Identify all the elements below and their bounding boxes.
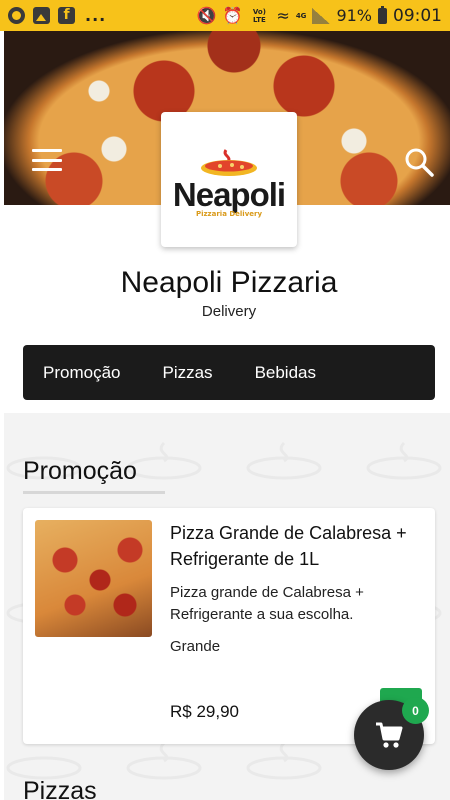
mute-icon: 🔇 — [196, 6, 217, 25]
logo-tagline: Pizzaria Delivery — [195, 209, 263, 218]
tab-promocao[interactable]: Promoção — [43, 363, 120, 383]
pizza-logo-icon — [201, 148, 257, 176]
wifi-icon: ≈ — [276, 6, 290, 25]
section-underline — [23, 491, 165, 494]
product-name: Pizza Grande de Calabresa + Refrigerante… — [170, 523, 407, 569]
tab-bebidas[interactable]: Bebidas — [255, 363, 316, 383]
cart-count-badge[interactable]: 0 — [402, 697, 429, 724]
tab-pizzas[interactable]: Pizzas — [162, 363, 212, 383]
product-image — [35, 520, 152, 637]
search-icon[interactable] — [403, 146, 435, 178]
notification-overflow: ... — [85, 6, 107, 25]
hamburger-menu-icon[interactable] — [32, 149, 62, 171]
clock: 09:01 — [393, 5, 442, 26]
store-name: Neapoli Pizzaria — [120, 266, 338, 299]
battery-percent: 91% — [336, 6, 372, 25]
section-title-promocao: Promoção — [23, 457, 137, 485]
status-bar: f ... 🔇 ⏰ Vo) LTE ≈ 4G 91% 09:01 — [0, 0, 450, 31]
product-description: Pizza grande de Calabresa + Refrigerante… — [170, 584, 364, 623]
store-subtitle: Delivery — [201, 303, 257, 320]
product-price: R$ 29,90 — [170, 702, 239, 721]
alarm-icon: ⏰ — [222, 6, 243, 25]
whatsapp-icon — [8, 7, 25, 24]
gallery-icon — [33, 7, 50, 24]
section-title-pizzas: Pizzas — [23, 777, 97, 800]
facebook-icon: f — [58, 7, 75, 24]
shopping-cart-icon — [376, 722, 403, 748]
signal-icon — [312, 7, 331, 24]
battery-icon — [378, 5, 387, 24]
product-size: Grande — [170, 638, 221, 655]
category-tabs: Promoção Pizzas Bebidas — [23, 345, 435, 400]
store-logo: Neapoli Pizzaria Delivery — [161, 112, 297, 247]
volte-indicator: Vo) LTE — [252, 7, 266, 24]
network-type: 4G — [295, 11, 307, 20]
logo-brand-text: Neapoli — [172, 175, 286, 213]
